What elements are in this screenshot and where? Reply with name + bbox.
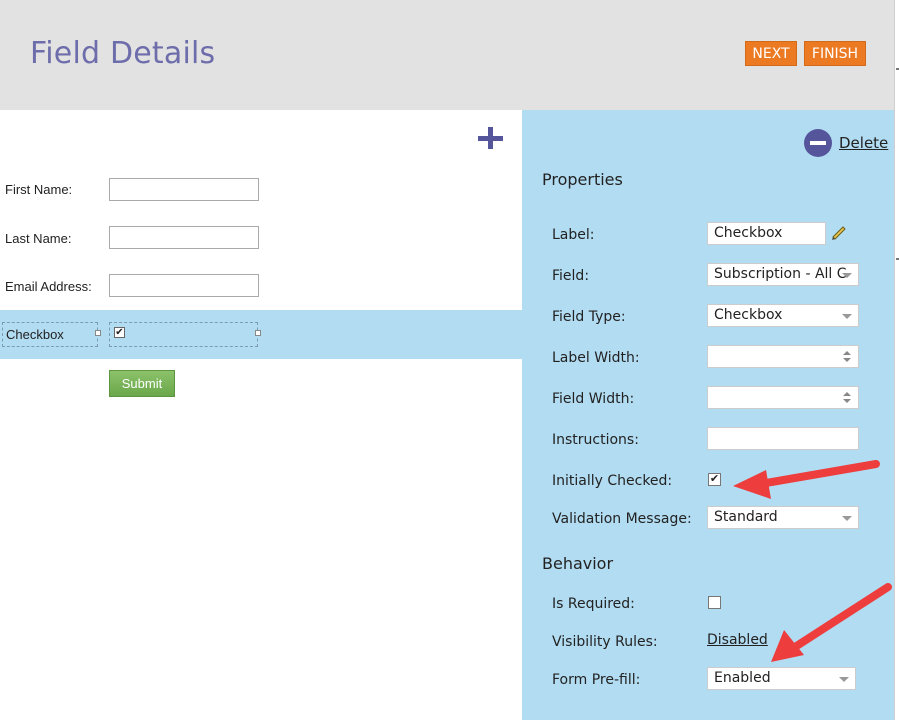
red-arrow-icon <box>771 583 892 662</box>
red-arrow-icon <box>733 460 880 499</box>
annotation-arrows <box>733 460 892 662</box>
